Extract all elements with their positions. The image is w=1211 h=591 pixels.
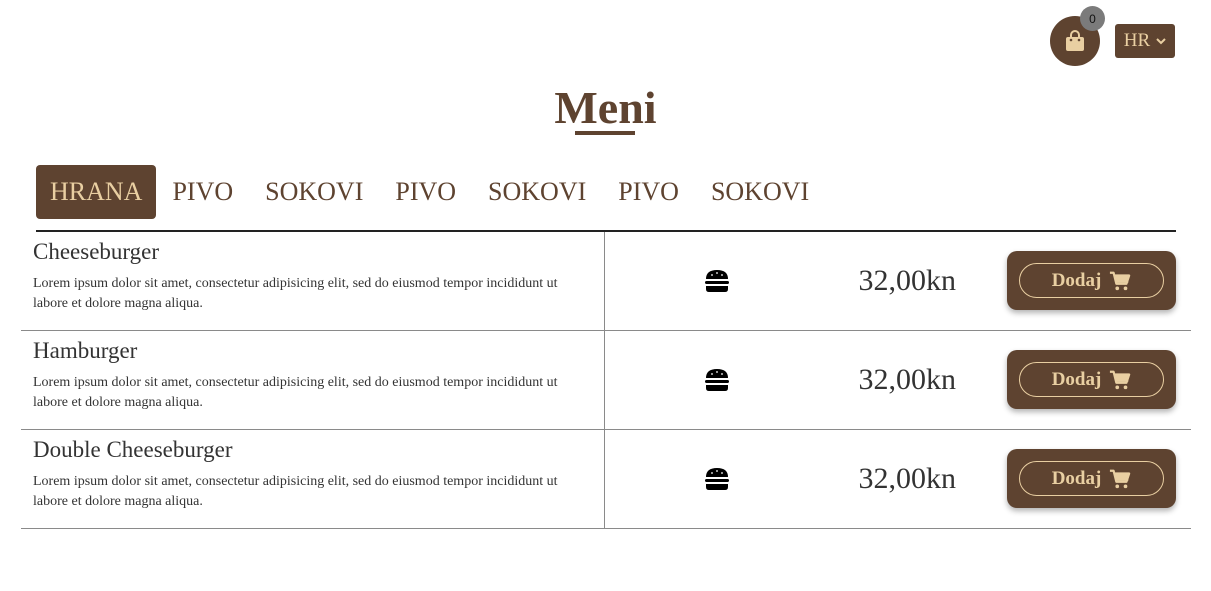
shopping-cart-icon bbox=[1110, 469, 1131, 488]
title-underline bbox=[575, 131, 636, 135]
menu-item-price: 32,00kn bbox=[858, 462, 957, 495]
tab-hrana[interactable]: HRANA bbox=[36, 165, 157, 219]
add-to-cart-button[interactable]: Dodaj bbox=[1007, 251, 1176, 310]
shopping-cart-icon bbox=[1110, 370, 1131, 389]
menu-item-info: Double Cheeseburger Lorem ipsum dolor si… bbox=[21, 430, 605, 528]
add-to-cart-label: Dodaj bbox=[1051, 467, 1102, 489]
menu-item-name: Double Cheeseburger bbox=[33, 437, 233, 462]
cart-count-badge: 0 bbox=[1080, 6, 1105, 31]
menu-item-name: Cheeseburger bbox=[33, 239, 160, 264]
menu-item-name: Hamburger bbox=[33, 338, 138, 363]
tab-sokovi-2[interactable]: SOKOVI bbox=[472, 165, 602, 219]
page-title-text: Meni bbox=[554, 82, 657, 133]
add-to-cart-inner: Dodaj bbox=[1019, 461, 1164, 496]
tab-pivo-3[interactable]: PIVO bbox=[602, 165, 695, 219]
burger-icon bbox=[705, 270, 729, 292]
burger-icon bbox=[705, 369, 729, 391]
tab-pivo[interactable]: PIVO bbox=[156, 165, 249, 219]
menu-item-info: Cheeseburger Lorem ipsum dolor sit amet,… bbox=[21, 232, 605, 330]
menu-item: Double Cheeseburger Lorem ipsum dolor si… bbox=[21, 430, 1191, 529]
add-to-cart-button[interactable]: Dodaj bbox=[1007, 350, 1176, 409]
menu-item-price: 32,00kn bbox=[858, 264, 957, 297]
tab-sokovi-3[interactable]: SOKOVI bbox=[695, 165, 825, 219]
category-tabs: HRANA PIVO SOKOVI PIVO SOKOVI PIVO SOKOV… bbox=[36, 165, 825, 219]
tab-sokovi[interactable]: SOKOVI bbox=[249, 165, 379, 219]
menu-item-info: Hamburger Lorem ipsum dolor sit amet, co… bbox=[21, 331, 605, 429]
menu-list: Cheeseburger Lorem ipsum dolor sit amet,… bbox=[21, 232, 1191, 529]
language-select[interactable]: HR bbox=[1115, 24, 1175, 58]
tab-pivo-2[interactable]: PIVO bbox=[379, 165, 472, 219]
menu-item-price: 32,00kn bbox=[858, 363, 957, 396]
add-to-cart-button[interactable]: Dodaj bbox=[1007, 449, 1176, 508]
menu-item-description: Lorem ipsum dolor sit amet, consectetur … bbox=[33, 375, 558, 410]
burger-icon bbox=[705, 468, 729, 490]
add-to-cart-inner: Dodaj bbox=[1019, 362, 1164, 397]
menu-item-description: Lorem ipsum dolor sit amet, consectetur … bbox=[33, 474, 558, 509]
page-title: Meni bbox=[554, 80, 657, 136]
shopping-cart-icon bbox=[1110, 271, 1131, 290]
menu-item-description: Lorem ipsum dolor sit amet, consectetur … bbox=[33, 276, 558, 311]
menu-item: Cheeseburger Lorem ipsum dolor sit amet,… bbox=[21, 232, 1191, 331]
shopping-bag-icon bbox=[1066, 30, 1084, 51]
add-to-cart-inner: Dodaj bbox=[1019, 263, 1164, 298]
add-to-cart-label: Dodaj bbox=[1051, 269, 1102, 291]
menu-item: Hamburger Lorem ipsum dolor sit amet, co… bbox=[21, 331, 1191, 430]
chevron-down-icon bbox=[1156, 37, 1166, 48]
add-to-cart-label: Dodaj bbox=[1051, 368, 1102, 390]
language-value: HR bbox=[1123, 30, 1151, 51]
